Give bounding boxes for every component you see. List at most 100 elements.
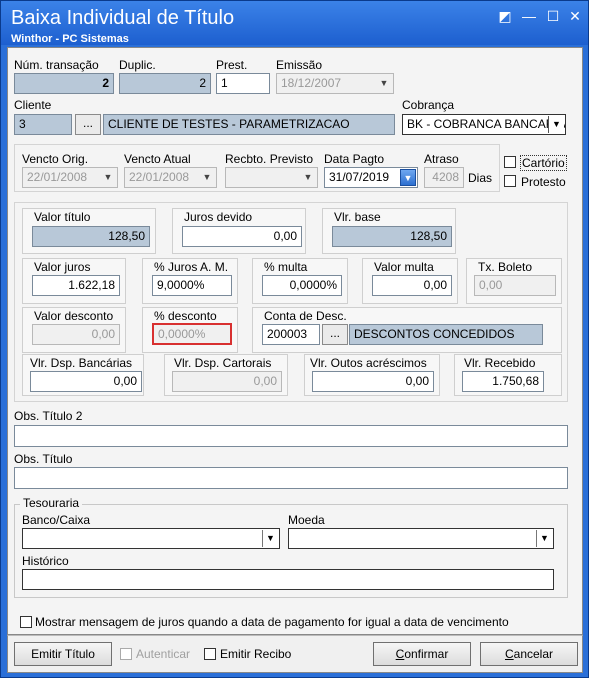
autenticar-checkbox [120,648,132,660]
mostrar-msg-label[interactable]: Mostrar mensagem de juros quando a data … [35,615,509,629]
autenticar-label: Autenticar [136,647,191,661]
chevron-down-icon: ▼ [379,78,389,88]
historico-label: Histórico [22,554,69,568]
duplic-field[interactable]: 2 [119,73,211,94]
cliente-search-button[interactable]: ... [75,114,101,135]
title-bar: Baixa Individual de Título Winthor - PC … [1,1,588,45]
vlr-recebido-field[interactable]: 1.750,68 [462,371,544,392]
atraso-label: Atraso [424,152,459,166]
vencto-atual-label: Vencto Atual [124,152,191,166]
pct-multa-label: % multa [264,260,308,274]
cancelar-mnemonic: C [504,647,514,661]
obs-titulo-field[interactable] [14,467,568,489]
button-bar: Emitir Título Autenticar Emitir Recibo C… [7,635,583,673]
prest-label: Prest. [216,58,248,72]
emitir-titulo-button[interactable]: Emitir Título [14,642,112,666]
form-body: Núm. transação 2 Duplic. 2 Prest. 1 Emis… [7,47,583,635]
vencto-orig-combo: 22/01/2008 ▼ [22,167,118,188]
vencto-atual-value: 22/01/2008 [129,170,190,184]
vencto-orig-label: Vencto Orig. [22,152,89,166]
valor-juros-label: Valor juros [34,260,91,274]
chevron-down-icon[interactable]: ▼ [536,530,552,547]
cliente-label: Cliente [14,98,52,112]
pct-multa-field[interactable]: 0,0000% [262,275,342,296]
chevron-down-icon[interactable]: ▼ [548,116,564,133]
pct-desconto-field: 0,0000% [152,323,232,345]
window-title: Baixa Individual de Título [11,7,235,29]
restore-icon[interactable]: ◩ [495,7,515,25]
cliente-name-field: CLIENTE DE TESTES - PARAMETRIZACAO [103,114,395,135]
valor-juros-field[interactable]: 1.622,18 [32,275,120,296]
close-button[interactable]: ✕ [565,7,585,25]
cancelar-button[interactable]: Cancelar [480,642,578,666]
duplic-label: Duplic. [119,58,156,72]
tesouraria-label: Tesouraria [20,496,83,510]
protesto-checkbox[interactable] [504,175,516,187]
num-transacao-field[interactable]: 2 [14,73,114,94]
juros-devido-field[interactable]: 0,00 [182,226,302,247]
data-pagto-value: 31/07/2019 [329,170,390,184]
cobranca-value: BK - COBRANCA BANCARIA [407,117,566,131]
vencto-orig-value: 22/01/2008 [27,170,88,184]
pct-desconto-label: % desconto [154,309,217,323]
emissao-value: 18/12/2007 [281,76,342,90]
vlr-dsp-cartorais-field: 0,00 [172,371,282,392]
data-pagto-label: Data Pagto [324,152,385,166]
maximize-button[interactable]: ☐ [543,7,563,25]
confirmar-button[interactable]: Confirmar [373,642,471,666]
valor-desconto-label: Valor desconto [34,309,114,323]
minimize-button[interactable]: — [519,7,539,25]
tx-boleto-field: 0,00 [474,275,556,296]
protesto-label[interactable]: Protesto [521,175,566,189]
pct-juros-label: % Juros A. M. [154,260,229,274]
recbto-previsto-combo: ▼ [225,167,318,188]
vencto-atual-combo: 22/01/2008 ▼ [124,167,217,188]
emissao-combo: 18/12/2007 ▼ [276,73,394,94]
mostrar-msg-checkbox[interactable] [20,616,32,628]
calendar-dropdown-icon[interactable]: ▼ [400,169,416,186]
obs-titulo-label: Obs. Título [14,452,73,466]
cobranca-select[interactable]: BK - COBRANCA BANCARIA ▼ [402,114,566,135]
num-transacao-label: Núm. transação [14,58,99,72]
cartorio-checkbox[interactable] [504,156,516,168]
recbto-previsto-label: Recbto. Previsto [225,152,314,166]
cobranca-label: Cobrança [402,98,455,112]
data-pagto-picker[interactable]: 31/07/2019 ▼ [324,167,418,188]
vlr-dsp-bancarias-label: Vlr. Dsp. Bancárias [30,356,133,370]
conta-desc-name-field: DESCONTOS CONCEDIDOS [349,324,543,345]
cancelar-label: ancelar [513,647,554,661]
window-subtitle: Winthor - PC Sistemas [11,33,129,45]
vlr-outos-field[interactable]: 0,00 [312,371,434,392]
conta-desc-code-field[interactable]: 200003 [262,324,320,345]
banco-caixa-label: Banco/Caixa [22,513,91,527]
valor-multa-label: Valor multa [374,260,434,274]
chevron-down-icon: ▼ [202,172,212,182]
obs-titulo2-label: Obs. Título 2 [14,409,83,423]
valor-titulo-label: Valor título [34,210,91,224]
obs-titulo2-field[interactable] [14,425,568,447]
vlr-base-field: 128,50 [332,226,452,247]
chevron-down-icon: ▼ [103,172,113,182]
window: Baixa Individual de Título Winthor - PC … [0,0,589,678]
vlr-base-label: Vlr. base [334,210,381,224]
emitir-recibo-checkbox[interactable] [204,648,216,660]
emitir-recibo-label[interactable]: Emitir Recibo [220,647,291,661]
moeda-select[interactable]: ▼ [288,528,554,549]
conta-desc-search-button[interactable]: ... [322,324,348,345]
atraso-field: 4208 [424,167,464,188]
valor-multa-field[interactable]: 0,00 [372,275,452,296]
vlr-dsp-cartorais-label: Vlr. Dsp. Cartorais [174,356,272,370]
juros-devido-label: Juros devido [184,210,253,224]
banco-caixa-select[interactable]: ▼ [22,528,280,549]
cliente-code-field[interactable]: 3 [14,114,72,135]
historico-field[interactable] [22,569,554,590]
conta-desc-label: Conta de Desc. [264,309,347,323]
valor-desconto-field: 0,00 [32,324,120,345]
vlr-dsp-bancarias-field[interactable]: 0,00 [30,371,142,392]
dias-label: Dias [468,171,493,185]
emissao-label: Emissão [276,58,323,72]
pct-juros-field[interactable]: 9,0000% [152,275,232,296]
prest-field[interactable]: 1 [216,73,270,94]
cartorio-label[interactable]: Cartório [520,155,567,171]
chevron-down-icon[interactable]: ▼ [262,530,278,547]
